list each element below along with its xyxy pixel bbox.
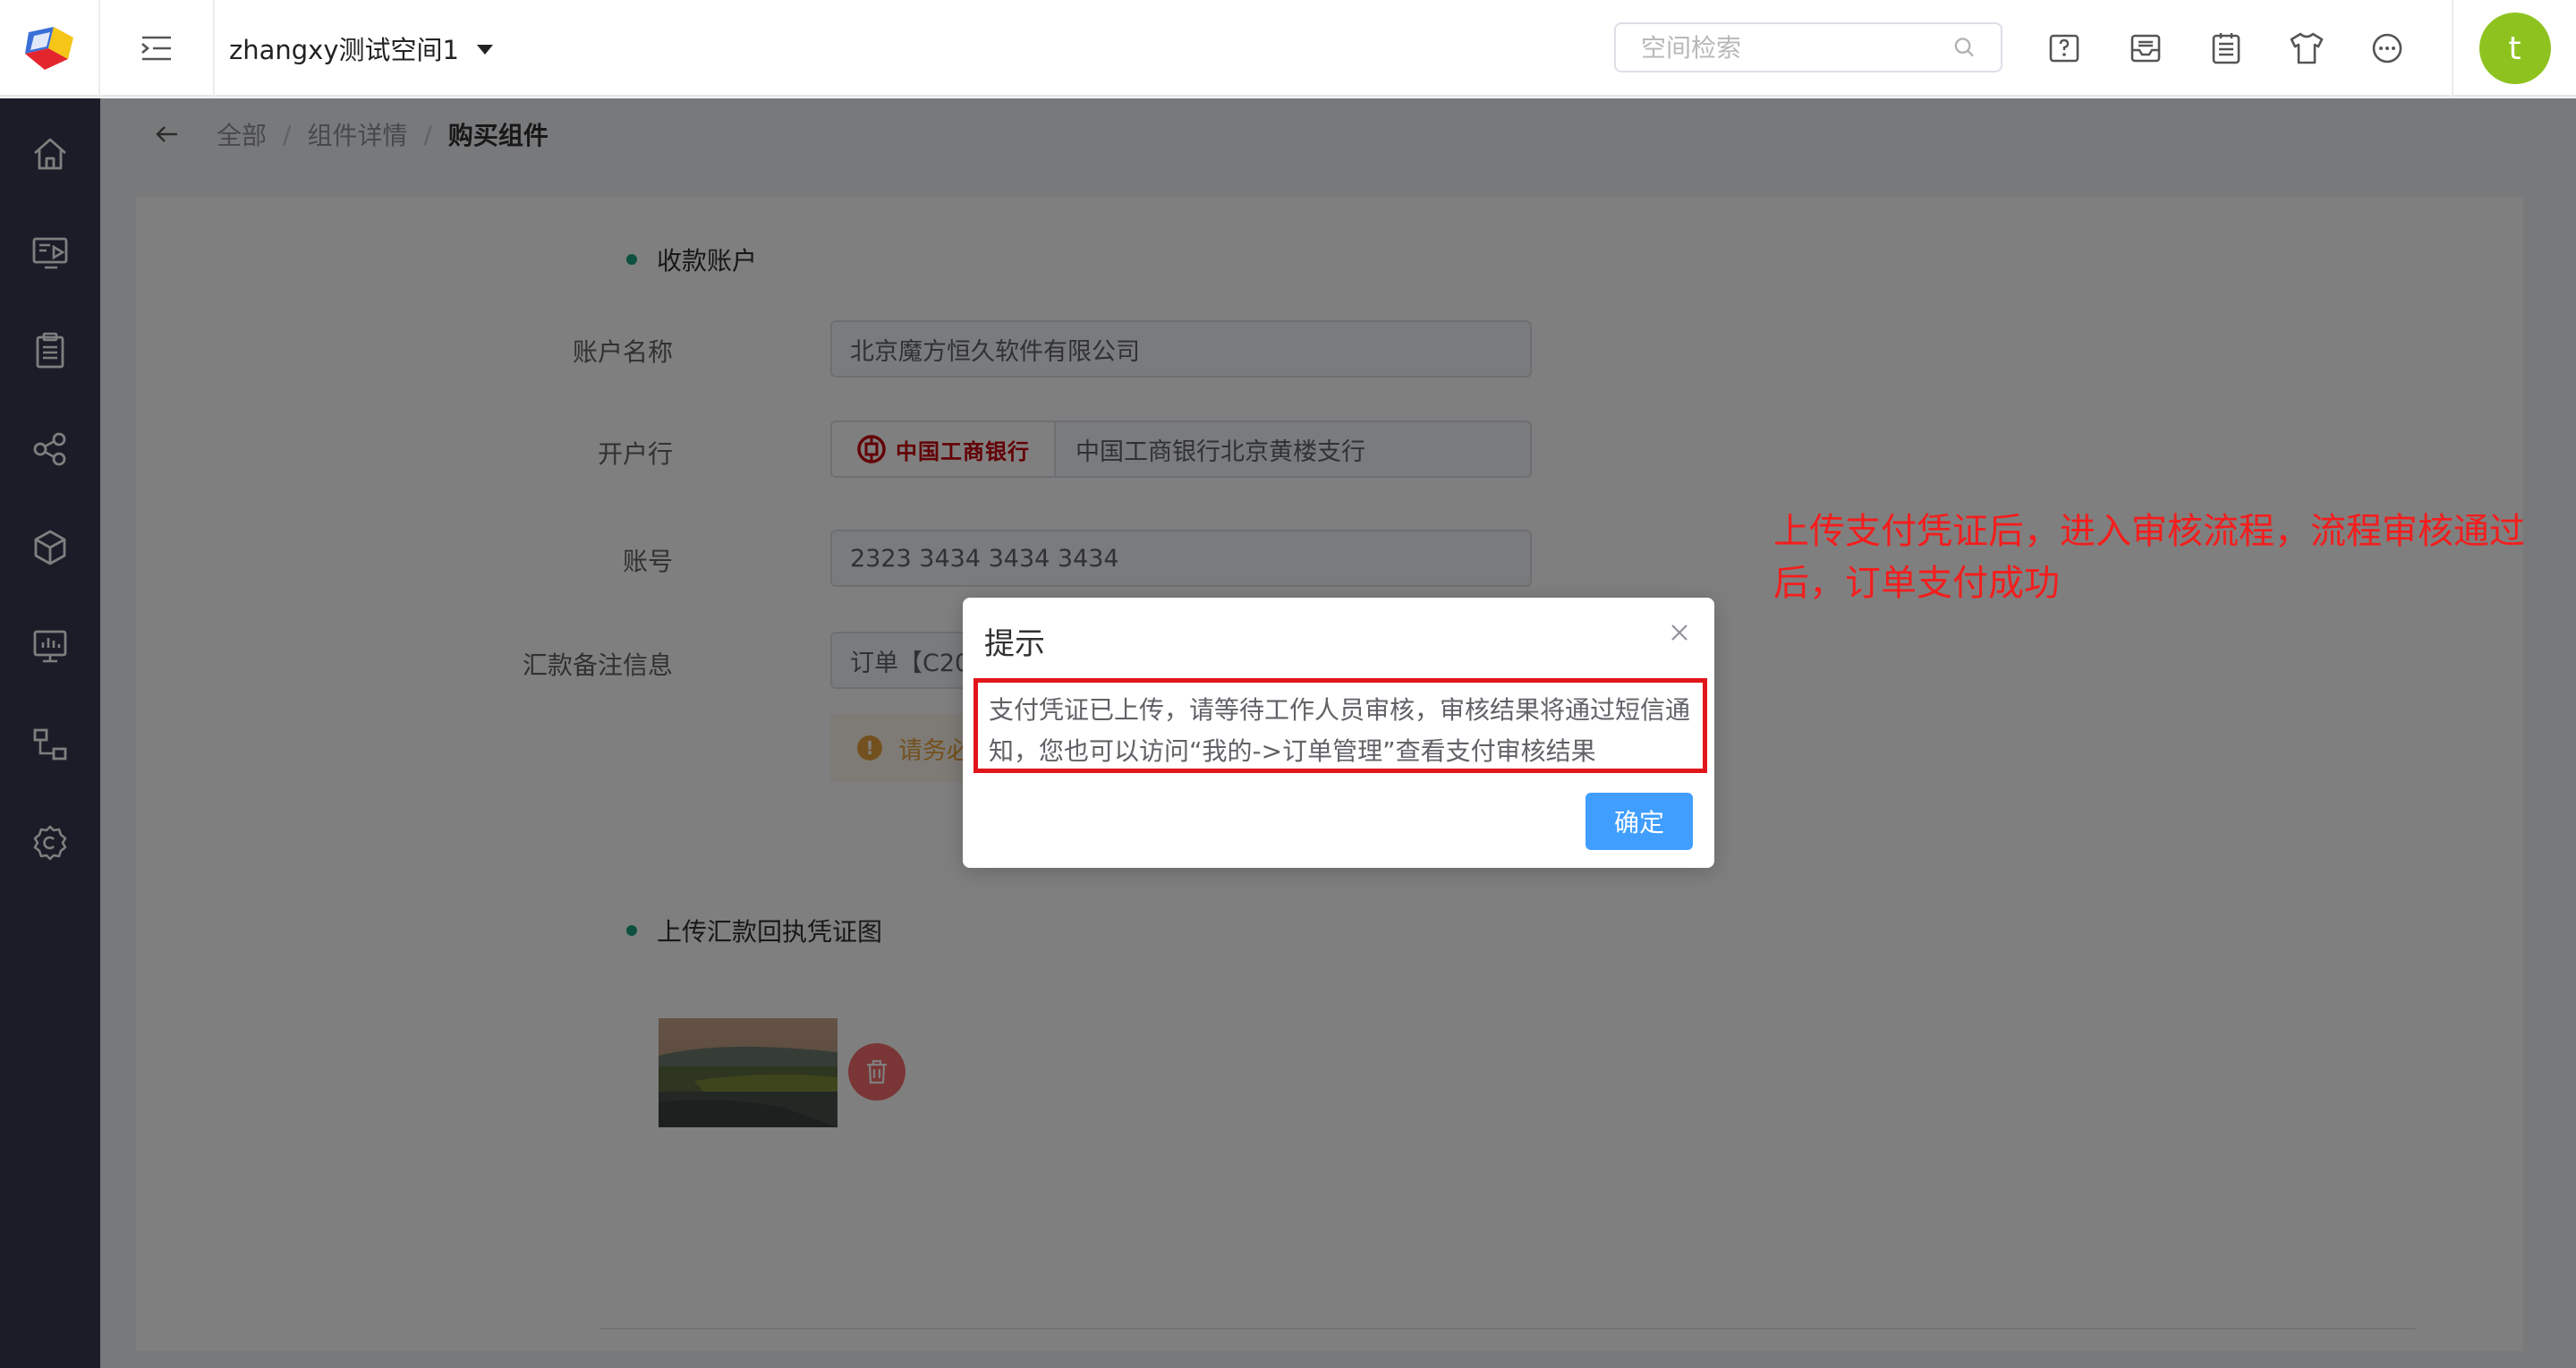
dialog-title: 提示 bbox=[984, 626, 1045, 662]
cube-logo-icon bbox=[25, 27, 73, 70]
theme-shirt-icon[interactable] bbox=[2285, 27, 2328, 70]
workspace-name: zhangxy测试空间1 bbox=[229, 35, 459, 65]
menu-toggle-button[interactable] bbox=[100, 0, 215, 97]
chat-icon[interactable] bbox=[2366, 27, 2409, 70]
caret-down-icon bbox=[476, 44, 493, 55]
inbox-icon[interactable] bbox=[2124, 27, 2167, 70]
tip-dialog: 提示 支付凭证已上传，请等待工作人员审核，审核结果将通过短信通知，您也可以访问“… bbox=[963, 598, 1714, 868]
notes-icon[interactable] bbox=[2205, 27, 2248, 70]
space-search[interactable] bbox=[1614, 22, 2002, 72]
confirm-button[interactable]: 确定 bbox=[1586, 793, 1693, 850]
avatar[interactable]: t bbox=[2478, 13, 2551, 84]
dialog-close-button[interactable] bbox=[1664, 617, 1695, 648]
help-icon[interactable] bbox=[2044, 27, 2087, 70]
user-menu[interactable]: t bbox=[2452, 0, 2576, 97]
dialog-message: 支付凭证已上传，请等待工作人员审核，审核结果将通过短信通知，您也可以访问“我的-… bbox=[973, 678, 1707, 773]
app-logo[interactable] bbox=[0, 0, 100, 97]
workspace-selector[interactable]: zhangxy测试空间1 bbox=[229, 29, 493, 68]
search-input[interactable] bbox=[1641, 32, 1953, 63]
search-icon[interactable] bbox=[1953, 36, 1976, 59]
top-header: zhangxy测试空间1 t bbox=[0, 0, 2576, 97]
annotation-note: 上传支付凭证后，进入审核流程，流程审核通过后，订单支付成功 bbox=[1773, 511, 2525, 604]
menu-fold-icon bbox=[141, 36, 171, 61]
close-icon bbox=[1671, 625, 1688, 641]
